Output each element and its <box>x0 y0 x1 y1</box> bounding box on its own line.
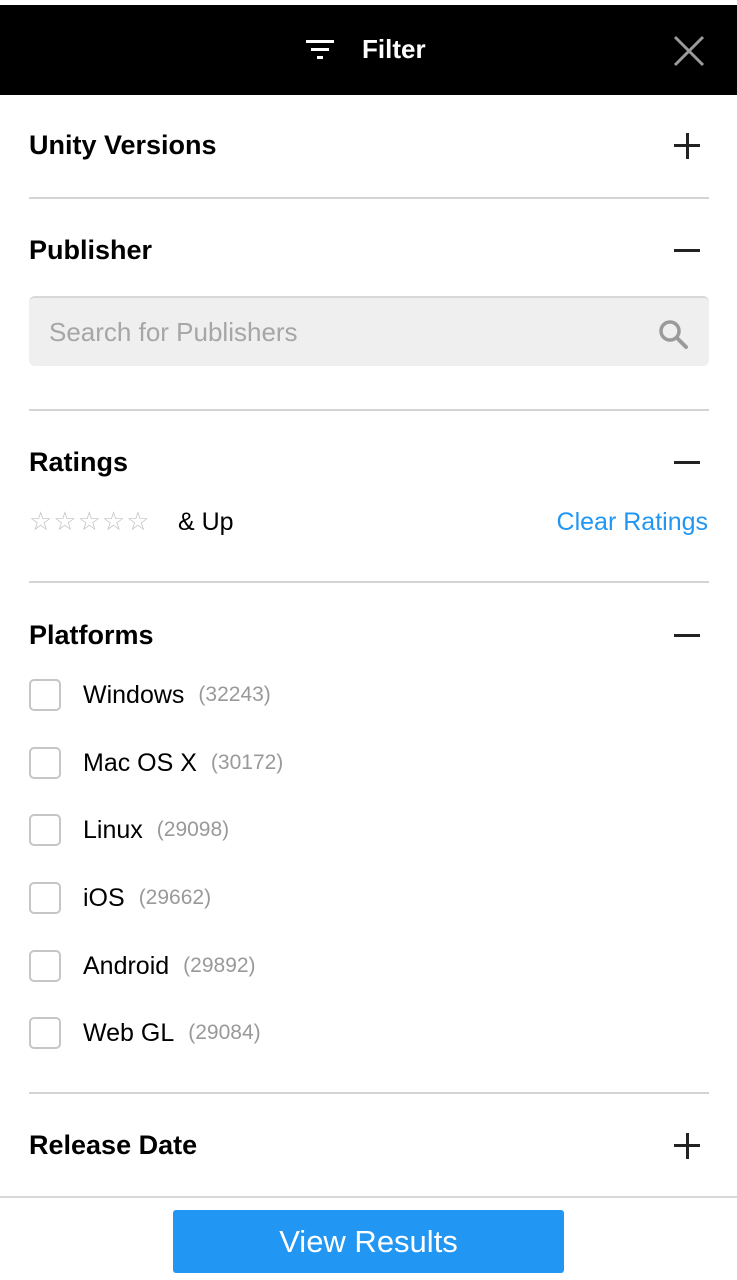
expand-unity-versions-button[interactable] <box>672 131 702 161</box>
divider <box>29 1092 709 1094</box>
close-icon <box>673 35 705 67</box>
platform-option-mac-os-x[interactable]: Mac OS X (30172) <box>29 746 283 780</box>
expand-release-date-button[interactable] <box>672 1131 702 1161</box>
minus-icon <box>674 249 700 252</box>
view-results-button[interactable]: View Results <box>173 1210 564 1273</box>
publisher-search <box>29 296 709 366</box>
section-title-ratings[interactable]: Ratings <box>29 447 128 478</box>
section-title-platforms[interactable]: Platforms <box>29 620 154 651</box>
filter-icon <box>306 40 334 60</box>
checkbox[interactable] <box>29 950 61 982</box>
close-button[interactable] <box>672 34 706 68</box>
platform-label: Windows <box>83 680 185 709</box>
platform-label: Mac OS X <box>83 748 197 777</box>
platform-label: Android <box>83 951 170 980</box>
collapse-platforms-button[interactable] <box>672 621 702 651</box>
checkbox[interactable] <box>29 814 61 846</box>
minus-icon <box>674 461 700 464</box>
section-title-publisher[interactable]: Publisher <box>29 235 152 266</box>
platform-label: iOS <box>83 883 125 912</box>
section-title-unity-versions[interactable]: Unity Versions <box>29 130 217 161</box>
footer-divider <box>0 1196 737 1198</box>
platform-option-windows[interactable]: Windows (32243) <box>29 678 271 712</box>
platform-count: (32243) <box>198 683 271 706</box>
divider <box>29 197 709 199</box>
platform-count: (29098) <box>156 818 230 841</box>
search-icon[interactable] <box>657 318 689 350</box>
platform-count: (29892) <box>183 954 256 977</box>
platform-count: (29662) <box>138 886 212 909</box>
clear-ratings-link[interactable]: Clear Ratings <box>557 508 708 537</box>
checkbox[interactable] <box>29 747 61 779</box>
platform-label: Web GL <box>83 1018 175 1047</box>
platform-label: Linux <box>83 815 143 844</box>
section-title-release-date[interactable]: Release Date <box>29 1130 197 1161</box>
platform-option-android[interactable]: Android (29892) <box>29 949 256 983</box>
checkbox[interactable] <box>29 679 61 711</box>
platform-option-ios[interactable]: iOS (29662) <box>29 881 211 915</box>
star-rating-selector[interactable]: ☆☆☆☆☆ <box>29 506 151 537</box>
collapse-ratings-button[interactable] <box>672 448 702 478</box>
checkbox[interactable] <box>29 882 61 914</box>
header-title: Filter <box>362 34 426 64</box>
platform-count: (29084) <box>188 1021 261 1044</box>
platform-count: (30172) <box>210 751 284 774</box>
minus-icon <box>674 634 700 637</box>
checkbox[interactable] <box>29 1017 61 1049</box>
collapse-publisher-button[interactable] <box>672 236 702 266</box>
platform-option-linux[interactable]: Linux (29098) <box>29 813 229 847</box>
divider <box>29 581 709 583</box>
divider <box>29 409 709 411</box>
platform-option-web-gl[interactable]: Web GL (29084) <box>29 1016 261 1050</box>
rating-suffix: & Up <box>178 508 234 536</box>
publisher-search-input[interactable] <box>29 298 649 366</box>
